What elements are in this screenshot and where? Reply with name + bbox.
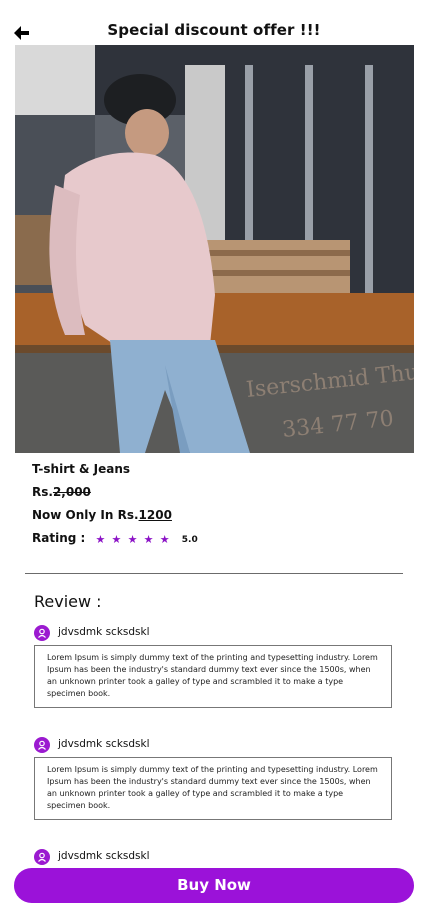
star-icon: ★ <box>95 532 106 546</box>
rating-label: Rating : <box>32 531 86 545</box>
offer-price-prefix: Now Only In Rs. <box>32 508 139 522</box>
review-text: Lorem Ipsum is simply dummy text of the … <box>34 645 392 708</box>
product-image: Iserschmid Thun 334 77 70 <box>15 45 414 453</box>
reviewer-name: jdvsdmk scksdskl <box>58 738 150 750</box>
star-icon: ★ <box>127 532 138 546</box>
star-icon: ★ <box>143 532 154 546</box>
reviewer-name: jdvsdmk scksdskl <box>58 626 150 638</box>
header: Special discount offer !!! <box>0 0 428 44</box>
page-title: Special discount offer !!! <box>107 21 321 39</box>
old-price-value: 2,000 <box>52 485 91 499</box>
old-price-prefix: Rs. <box>32 485 53 499</box>
divider <box>25 573 403 574</box>
user-avatar-icon <box>34 625 50 641</box>
offer-price-value: 1200 <box>138 508 172 522</box>
star-icon: ★ <box>159 532 170 546</box>
rating: Rating : ★ ★ ★ ★ ★ 5.0 <box>32 531 198 546</box>
user-avatar-icon <box>34 737 50 753</box>
star-icon: ★ <box>111 532 122 546</box>
rating-stars: ★ ★ ★ ★ ★ <box>95 532 171 546</box>
offer-price: Now Only In Rs.1200 <box>32 508 172 522</box>
buy-now-button[interactable]: Buy Now <box>14 868 414 903</box>
review-text: Lorem Ipsum is simply dummy text of the … <box>34 757 392 820</box>
user-avatar-icon <box>34 849 50 865</box>
reviewer-name: jdvsdmk scksdskl <box>58 850 150 862</box>
old-price: Rs.2,000 <box>32 485 91 499</box>
product-name: T-shirt & Jeans <box>32 462 131 476</box>
rating-value: 5.0 <box>181 535 198 545</box>
review-title: Review : <box>34 592 102 611</box>
